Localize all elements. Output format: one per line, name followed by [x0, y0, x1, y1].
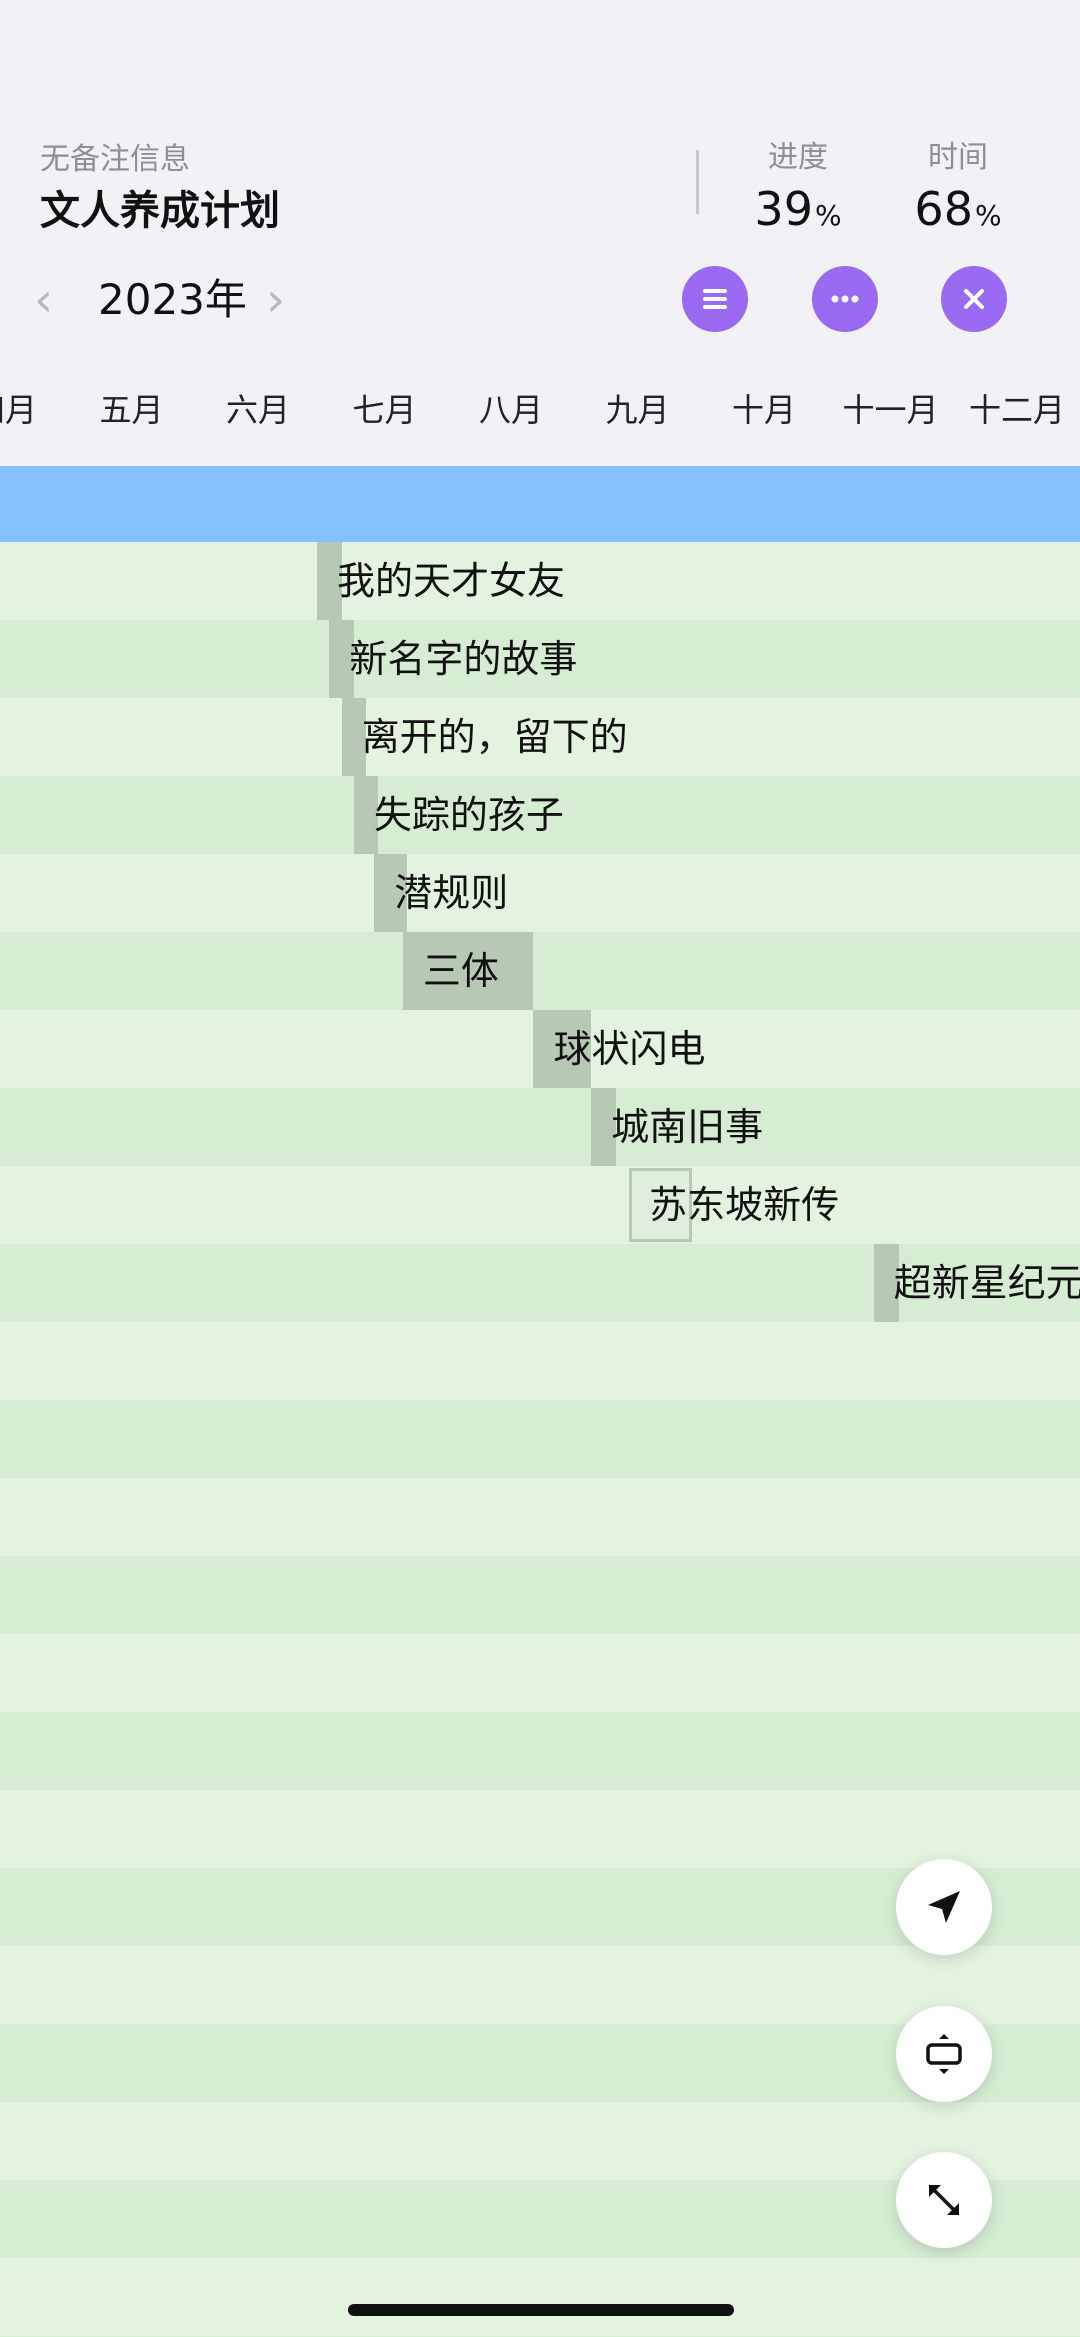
task-label: 三体 [422, 949, 499, 993]
chevron-right-icon[interactable]: › [266, 268, 285, 332]
gantt-row [0, 1400, 1080, 1478]
month-label: 六月 [225, 391, 290, 429]
time-stat: 时间 68% [878, 132, 1038, 236]
gantt-task[interactable]: 潜规则 [0, 854, 1080, 932]
progress-value: 39 [754, 182, 813, 236]
gantt-task[interactable]: 失踪的孩子 [0, 776, 1080, 854]
progress-stat: 进度 39% [718, 132, 878, 236]
task-label: 潜规则 [394, 871, 509, 915]
navigation-arrow-icon [928, 1891, 960, 1923]
year-label[interactable]: 2023年 [98, 272, 247, 328]
gantt-task[interactable]: 新名字的故事 [0, 620, 1080, 698]
gantt-task[interactable]: 苏东坡新传 [0, 1166, 1080, 1244]
list-icon [703, 289, 727, 309]
progress-value-wrap: 39% [718, 182, 878, 236]
header-divider [696, 150, 699, 214]
time-unit: % [974, 199, 1002, 232]
gantt-task[interactable]: 三体 [0, 932, 1080, 1010]
close-icon [964, 289, 984, 309]
month-label: 十月 [731, 391, 796, 429]
gantt-task[interactable]: 超新星纪元 [0, 1244, 1080, 1322]
chevron-left-icon[interactable]: ‹ [34, 268, 53, 332]
progress-unit: % [814, 199, 842, 232]
task-label: 新名字的故事 [349, 637, 578, 681]
gantt-task[interactable]: 离开的，留下的 [0, 698, 1080, 776]
task-label: 离开的，留下的 [361, 715, 628, 759]
month-label: 九月 [605, 391, 670, 429]
time-value-wrap: 68% [878, 182, 1038, 236]
expand-arrows-icon [929, 2185, 959, 2215]
month-label: 十一月 [842, 391, 939, 429]
task-label: 城南旧事 [611, 1105, 764, 1149]
month-label: 十二月 [968, 391, 1065, 429]
time-label: 时间 [928, 140, 988, 175]
task-label: 苏东坡新传 [649, 1183, 840, 1227]
gantt-row [0, 1478, 1080, 1556]
plan-header: 无备注信息 文人养成计划 进度 39% 时间 68% ‹ 2023年 › 四月 五… [0, 0, 1080, 466]
fit-view-button[interactable] [896, 2006, 992, 2102]
plan-note: 无备注信息 [40, 142, 190, 177]
gantt-header-bar [0, 466, 1080, 542]
gantt-row [0, 1712, 1080, 1790]
task-label: 我的天才女友 [337, 559, 566, 603]
gantt-row [0, 1790, 1080, 1868]
gantt-task[interactable]: 城南旧事 [0, 1088, 1080, 1166]
gantt-task[interactable]: 球状闪电 [0, 1010, 1080, 1088]
task-label: 球状闪电 [553, 1027, 706, 1071]
plan-title: 文人养成计划 [40, 188, 280, 234]
expand-button[interactable] [896, 2152, 992, 2248]
time-value: 68 [914, 182, 973, 236]
month-axis: 四月 五月 六月 七月 八月 九月 十月 十一月十二月 [0, 380, 1080, 440]
menu-button[interactable] [682, 266, 748, 332]
home-indicator [348, 2304, 734, 2316]
task-label: 失踪的孩子 [373, 793, 564, 837]
ellipsis-icon [831, 295, 859, 303]
gantt-row [0, 2258, 1080, 2336]
gantt-row [0, 1556, 1080, 1634]
gantt-row [0, 1634, 1080, 1712]
gantt-task[interactable]: 我的天才女友 [0, 542, 1080, 620]
gantt-row [0, 1322, 1080, 1400]
close-button[interactable] [941, 266, 1007, 332]
month-label: 七月 [352, 391, 417, 429]
month-label: 八月 [478, 391, 543, 429]
month-label: 四月 [0, 391, 37, 429]
locate-today-button[interactable] [896, 1859, 992, 1955]
progress-label: 进度 [768, 140, 828, 175]
task-label: 超新星纪元 [893, 1261, 1080, 1305]
month-label: 五月 [99, 391, 164, 429]
fit-vertical-icon [926, 2034, 962, 2074]
more-button[interactable] [812, 266, 878, 332]
